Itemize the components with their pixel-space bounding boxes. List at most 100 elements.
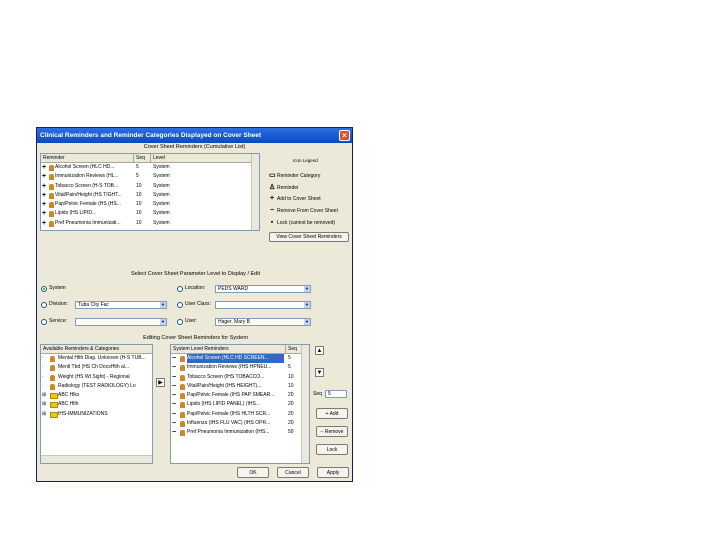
cover-sheet-row[interactable]: + Lipids (HS LIPID... 10 System — [41, 209, 259, 218]
system-reminder-seq: 20 — [288, 392, 294, 399]
instruction-bullets: To reactivate a reminder Highlight the i… — [368, 130, 718, 422]
chevron-down-icon[interactable]: ▼ — [160, 302, 166, 308]
add-icon: + — [42, 182, 47, 190]
system-reminder-row[interactable]: − Lipids (IHS LIPID PANEL) (IHS... 20 — [171, 400, 309, 409]
add-icon: + — [42, 210, 47, 218]
tree-expander[interactable]: · — [42, 373, 44, 382]
chevron-down-icon[interactable]: ▼ — [304, 302, 310, 308]
cover-sheet-list[interactable]: Reminder Seq Level + Alcohol Screen (HLC … — [40, 153, 260, 231]
add-icon: + — [42, 201, 47, 209]
add-icon: + — [42, 219, 47, 227]
reminder-icon — [49, 183, 54, 190]
reminder-name: Vital/Pain/Height (HS TIGHT... — [55, 191, 122, 198]
tree-expander[interactable]: ⊞ — [42, 400, 46, 409]
available-item-label: IHS-IMMUNIZATIONS — [58, 410, 108, 417]
division-combo[interactable]: Tuba City Fac ▼ — [75, 301, 167, 309]
chevron-down-icon[interactable]: ▼ — [304, 286, 310, 292]
cover-sheet-row[interactable]: + Immunization Reviews (HL... 5 System — [41, 172, 259, 181]
chevron-down-icon[interactable]: ▼ — [304, 319, 310, 325]
cover-sheet-scrollbar[interactable] — [251, 154, 259, 230]
reminder-name: Lipids (HS LIPID... — [55, 210, 97, 217]
tree-expander[interactable]: · — [42, 354, 44, 363]
lock-button[interactable]: Lock — [316, 444, 348, 455]
system-reminder-row[interactable]: − Tobacco Screen (IHS TOBACCO... 10 — [171, 373, 309, 382]
legend-label: Remove From Cover Sheet — [277, 208, 338, 214]
available-item[interactable]: · Mentl Tbd (HS Ch DocsHlth al... — [41, 363, 152, 372]
radio-user[interactable] — [177, 319, 183, 325]
column-header-reminder[interactable]: Reminder — [41, 154, 134, 162]
system-reminder-name: Alcohol Screen (HLC HD SCREEN... — [187, 354, 284, 364]
seq-spinner[interactable]: 5 — [325, 390, 347, 398]
system-reminders-list[interactable]: System Level Reminders Seq − Alcohol Scre… — [170, 344, 310, 464]
reminder-level: System — [153, 201, 170, 208]
bullet-item: If its LOCKED, only the person placing t… — [368, 313, 718, 423]
tree-expander[interactable]: ⊞ — [42, 410, 46, 419]
legend-label: Reminder Category — [277, 173, 321, 179]
system-scrollbar[interactable] — [301, 345, 309, 463]
cover-sheet-row[interactable]: + Tobacco Screen (H-S TOB... 10 System — [41, 182, 259, 191]
radio-system[interactable] — [41, 286, 47, 292]
remove-button[interactable]: − Remove — [316, 426, 348, 437]
user-combo[interactable]: Hager, Mary B ▼ — [215, 318, 311, 326]
reminder-icon — [180, 365, 185, 372]
radio-service[interactable] — [41, 319, 47, 325]
available-item[interactable]: · Weight (HS Wt Sight) - Regional — [41, 373, 152, 382]
service-combo[interactable]: ▼ — [75, 318, 167, 326]
available-hscrollbar[interactable] — [41, 455, 152, 463]
param-level-section-title: Select Cover Sheet Parameter Level to Di… — [130, 271, 260, 277]
cover-sheet-row[interactable]: + Alcohol Screen (HLC HD... 5 System — [41, 163, 259, 172]
legend-item: ▪ Lock (cannot be removed) — [269, 219, 335, 226]
ok-button[interactable]: OK — [237, 467, 269, 478]
view-cover-sheet-reminders-button[interactable]: View Cover Sheet Reminders — [269, 232, 349, 242]
available-item[interactable]: ⊞ ABC Hlks — [41, 391, 152, 400]
cover-sheet-section-title: Cover Sheet Reminders (Cumulative List) — [143, 144, 246, 150]
location-combo[interactable]: PEDS WARD ▼ — [215, 285, 311, 293]
add-button[interactable]: + Add — [316, 408, 348, 419]
cancel-button[interactable]: Cancel — [277, 467, 309, 478]
chevron-down-icon[interactable]: ▼ — [160, 319, 166, 325]
tree-expander[interactable]: · — [42, 382, 44, 391]
close-button[interactable]: × — [339, 130, 350, 141]
bullet-item: Click Add and it becomes active — [368, 240, 718, 313]
system-reminder-row[interactable]: − Vital/Pain/Height (IHS HEIGHT)... 10 — [171, 382, 309, 391]
add-icon: + — [42, 164, 47, 171]
apply-button[interactable]: Apply — [317, 467, 349, 478]
move-down-button[interactable]: ▼ — [315, 368, 324, 377]
move-up-button[interactable]: ▲ — [315, 346, 324, 355]
system-header-name[interactable]: System Level Reminders — [171, 345, 286, 353]
available-item[interactable]: · Radiology (TEST RADIOLOGY) Lo — [41, 382, 152, 391]
reminder-icon — [49, 174, 54, 181]
system-reminder-row[interactable]: − Pap/Pelvic Female (IHS HLTH SCR... 20 — [171, 410, 309, 419]
cover-sheet-row[interactable]: + Pap/Pelvic Female (HS (HS... 10 System — [41, 200, 259, 209]
available-reminders-list[interactable]: Available Reminders & Categories · Mental… — [40, 344, 153, 464]
cover-sheet-row[interactable]: + Vital/Pain/Height (HS TIGHT... 10 System — [41, 191, 259, 200]
reminder-name: Immunization Reviews (HL... — [55, 173, 119, 180]
system-reminder-name: Pap/Pelvic Female (IHS PAP SMEAR... — [187, 392, 275, 399]
available-item[interactable]: · Mental Hlth Diag. Unknown (H-S TUB... — [41, 354, 152, 363]
system-reminder-name: Vital/Pain/Height (IHS HEIGHT)... — [187, 382, 262, 389]
user-class-combo[interactable]: ▼ — [215, 301, 311, 309]
system-reminder-row[interactable]: − Immunization Reviews (IHS HPNEU... 5 — [171, 363, 309, 372]
dialog-titlebar[interactable]: Clinical Reminders and Reminder Categori… — [37, 128, 352, 143]
system-reminder-row[interactable]: − Alcohol Screen (HLC HD SCREEN... 5 — [171, 354, 309, 364]
system-reminder-name: Tobacco Screen (IHS TOBACCO... — [187, 373, 265, 380]
radio-location[interactable] — [177, 286, 183, 292]
radio-division[interactable] — [41, 302, 47, 308]
reminder-icon — [180, 383, 185, 390]
reminder-seq: 10 — [136, 201, 142, 208]
column-header-seq[interactable]: Seq — [134, 154, 151, 162]
radio-user-class[interactable] — [177, 302, 183, 308]
system-reminder-seq: 5 — [288, 355, 291, 361]
cover-sheet-row[interactable]: + Pref Pneumonia Immunizati... 10 System — [41, 219, 259, 228]
available-item[interactable]: ⊞ ABC Hlth — [41, 400, 152, 409]
system-reminder-row[interactable]: − Influenza (IHS FLU VAC) (IHS OPR... 20 — [171, 419, 309, 428]
column-header-level[interactable]: Level — [151, 154, 254, 162]
system-reminder-row[interactable]: − Pap/Pelvic Female (IHS PAP SMEAR... 20 — [171, 391, 309, 400]
available-item[interactable]: ⊞ IHS-IMMUNIZATIONS — [41, 410, 152, 419]
legend-label: Lock (cannot be removed) — [277, 220, 336, 226]
tree-expander[interactable]: ⊞ — [42, 391, 46, 400]
reminder-icon — [180, 421, 185, 428]
move-right-button[interactable]: ▶ — [156, 378, 165, 387]
system-reminder-row[interactable]: − Pref Pneumonia Immunization (IHS... 50 — [171, 428, 309, 437]
tree-expander[interactable]: · — [42, 363, 44, 372]
